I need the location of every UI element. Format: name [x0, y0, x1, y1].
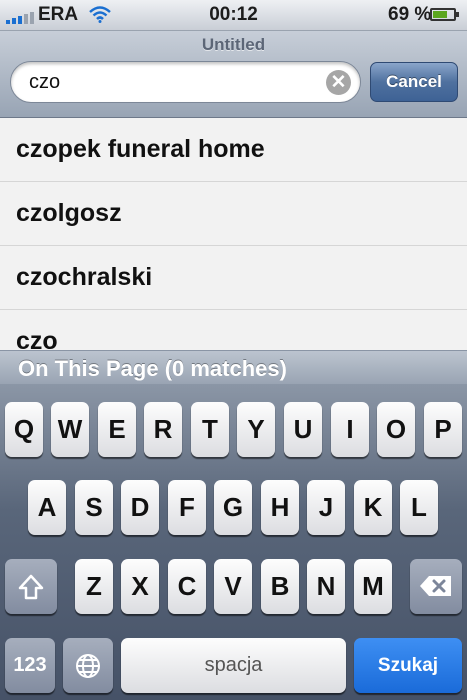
key-a[interactable]: A [28, 480, 66, 535]
key-y[interactable]: Y [237, 402, 275, 457]
key-s[interactable]: S [75, 480, 113, 535]
battery-percent: 69 % [388, 4, 432, 25]
search-input-value[interactable]: czo [29, 71, 60, 94]
search-key[interactable]: Szukaj [354, 638, 462, 693]
key-i[interactable]: I [331, 402, 369, 457]
delete-icon [420, 576, 451, 596]
key-k[interactable]: K [354, 480, 392, 535]
key-z[interactable]: Z [75, 559, 113, 614]
key-m[interactable]: M [354, 559, 392, 614]
key-f[interactable]: F [168, 480, 206, 535]
keyboard: Q W E R T Y U I O P A S D F G H J K L Z … [0, 384, 467, 700]
suggestion-item[interactable]: czo [0, 310, 467, 350]
shift-icon [18, 574, 44, 600]
suggestion-item[interactable]: czopek funeral home [0, 118, 467, 182]
key-d[interactable]: D [121, 480, 159, 535]
find-on-page-label[interactable]: On This Page (0 matches) [18, 356, 287, 382]
key-n[interactable]: N [307, 559, 345, 614]
key-l[interactable]: L [400, 480, 438, 535]
key-x[interactable]: X [121, 559, 159, 614]
globe-icon [76, 654, 100, 678]
key-u[interactable]: U [284, 402, 322, 457]
suggestion-item[interactable]: czolgosz [0, 182, 467, 246]
key-q[interactable]: Q [5, 402, 43, 457]
find-on-page-bar[interactable]: On This Page (0 matches) [0, 350, 467, 385]
cancel-button[interactable]: Cancel [370, 62, 458, 102]
key-r[interactable]: R [144, 402, 182, 457]
key-t[interactable]: T [191, 402, 229, 457]
space-key[interactable]: spacja [121, 638, 346, 693]
suggestion-list: czopek funeral home czolgosz czochralski… [0, 118, 467, 350]
key-j[interactable]: J [307, 480, 345, 535]
search-input[interactable]: czo ✕ [10, 61, 361, 103]
delete-key[interactable] [410, 559, 462, 614]
key-v[interactable]: V [214, 559, 252, 614]
battery-icon [430, 8, 459, 21]
suggestion-item[interactable]: czochralski [0, 246, 467, 310]
key-p[interactable]: P [424, 402, 462, 457]
key-h[interactable]: H [261, 480, 299, 535]
page-title: Untitled [201, 35, 266, 54]
numbers-key[interactable]: 123 [5, 638, 55, 693]
key-g[interactable]: G [214, 480, 252, 535]
shift-key[interactable] [5, 559, 57, 614]
clear-icon[interactable]: ✕ [326, 70, 351, 95]
globe-key[interactable] [63, 638, 113, 693]
search-header: Untitled czo ✕ Cancel [0, 31, 467, 118]
key-b[interactable]: B [261, 559, 299, 614]
key-w[interactable]: W [51, 402, 89, 457]
status-bar: ERA 00:12 69 % [0, 0, 467, 31]
key-c[interactable]: C [168, 559, 206, 614]
key-o[interactable]: O [377, 402, 415, 457]
key-e[interactable]: E [98, 402, 136, 457]
